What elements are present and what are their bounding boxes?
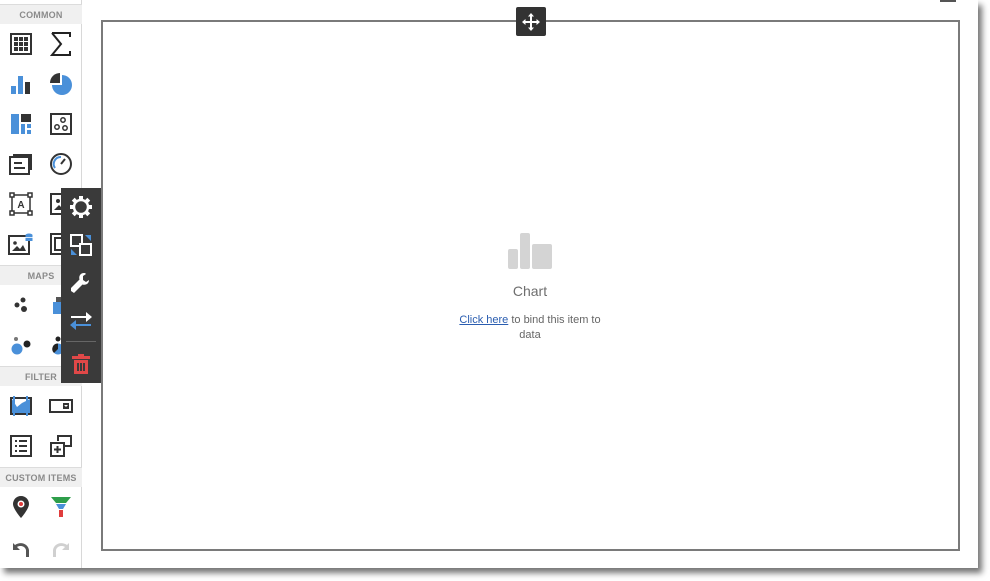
undo-icon (13, 543, 29, 557)
properties-button[interactable] (61, 264, 101, 302)
undo-button[interactable] (8, 537, 34, 563)
redo-button[interactable] (48, 537, 74, 563)
range-filter-icon (10, 396, 32, 416)
convert-button[interactable] (61, 226, 101, 264)
scatter-chart-icon (50, 113, 72, 135)
toolbox-item-grid[interactable] (8, 31, 34, 57)
list-box-icon (10, 435, 32, 457)
toolbox-item-pie[interactable] (48, 71, 74, 97)
map-pin-icon (13, 496, 29, 518)
item-context-menu (61, 188, 101, 383)
move-item-handle[interactable] (516, 7, 546, 36)
toolbox-item-cards[interactable] (48, 31, 74, 57)
toolbox-item-bound-image[interactable] (8, 231, 34, 257)
pie-chart-icon (50, 73, 72, 95)
toolbox-item-scatter-chart[interactable] (48, 111, 74, 137)
toolbox-item-bubble-map[interactable] (8, 332, 34, 358)
combo-box-icon (49, 399, 73, 413)
swap-button[interactable] (61, 302, 101, 340)
chart-placeholder: Chart Click here to bind this item to da… (430, 232, 630, 343)
toolbox-item-funnel[interactable] (48, 494, 74, 520)
geo-point-map-icon (14, 297, 27, 312)
swap-arrows-icon (70, 312, 92, 330)
placeholder-title: Chart (512, 283, 548, 299)
toolbox-item-chart[interactable] (8, 71, 34, 97)
dashboard-designer-window: COMMON A MAPS FILTER CUSTOM ITEMS Chart … (0, 0, 978, 568)
window-edge-mark (940, 0, 956, 2)
group-header-common: COMMON (0, 4, 82, 24)
delete-button[interactable] (61, 345, 101, 383)
grid-icon (10, 33, 32, 55)
toolbox-item-text-box[interactable] (8, 151, 34, 177)
text-frame-icon: A (9, 192, 33, 216)
text-box-icon (9, 154, 32, 175)
redo-icon (53, 543, 69, 557)
bubble-map-icon (11, 337, 31, 355)
bind-data-link[interactable]: Click here (459, 314, 508, 326)
wrench-icon (71, 273, 89, 293)
tree-view-icon (50, 435, 72, 457)
toolbox-item-list-box[interactable] (8, 433, 34, 459)
chart-placeholder-icon (508, 233, 552, 269)
group-header-custom-items: CUSTOM ITEMS (0, 467, 82, 487)
gauge-icon (50, 153, 72, 175)
bind-data-text: to bind this item to data (508, 314, 601, 341)
context-menu-separator (66, 341, 96, 342)
bind-data-hint: Click here to bind this item to data (430, 313, 630, 343)
bar-chart-icon (11, 76, 30, 94)
bound-image-icon (8, 233, 33, 255)
toolbox-item-combo-box[interactable] (48, 393, 74, 419)
options-button[interactable] (61, 188, 101, 226)
toolbox-item-custom-map[interactable] (8, 494, 34, 520)
toolbox-item-tree-view[interactable] (48, 433, 74, 459)
move-icon (522, 12, 540, 31)
funnel-icon (51, 497, 71, 517)
treemap-icon (11, 114, 31, 134)
toolbox-item-geo-point-map[interactable] (8, 292, 34, 318)
toolbox-item-gauges[interactable] (48, 151, 74, 177)
toolbox-item-range-filter[interactable] (8, 393, 34, 419)
toolbox-item-treemap[interactable] (8, 111, 34, 137)
trash-icon (72, 354, 90, 374)
toolbox-item-text-frame[interactable]: A (8, 191, 34, 217)
gear-icon (70, 196, 92, 218)
sigma-icon (50, 32, 71, 56)
convert-icon (70, 234, 92, 256)
svg-text:A: A (17, 200, 24, 211)
